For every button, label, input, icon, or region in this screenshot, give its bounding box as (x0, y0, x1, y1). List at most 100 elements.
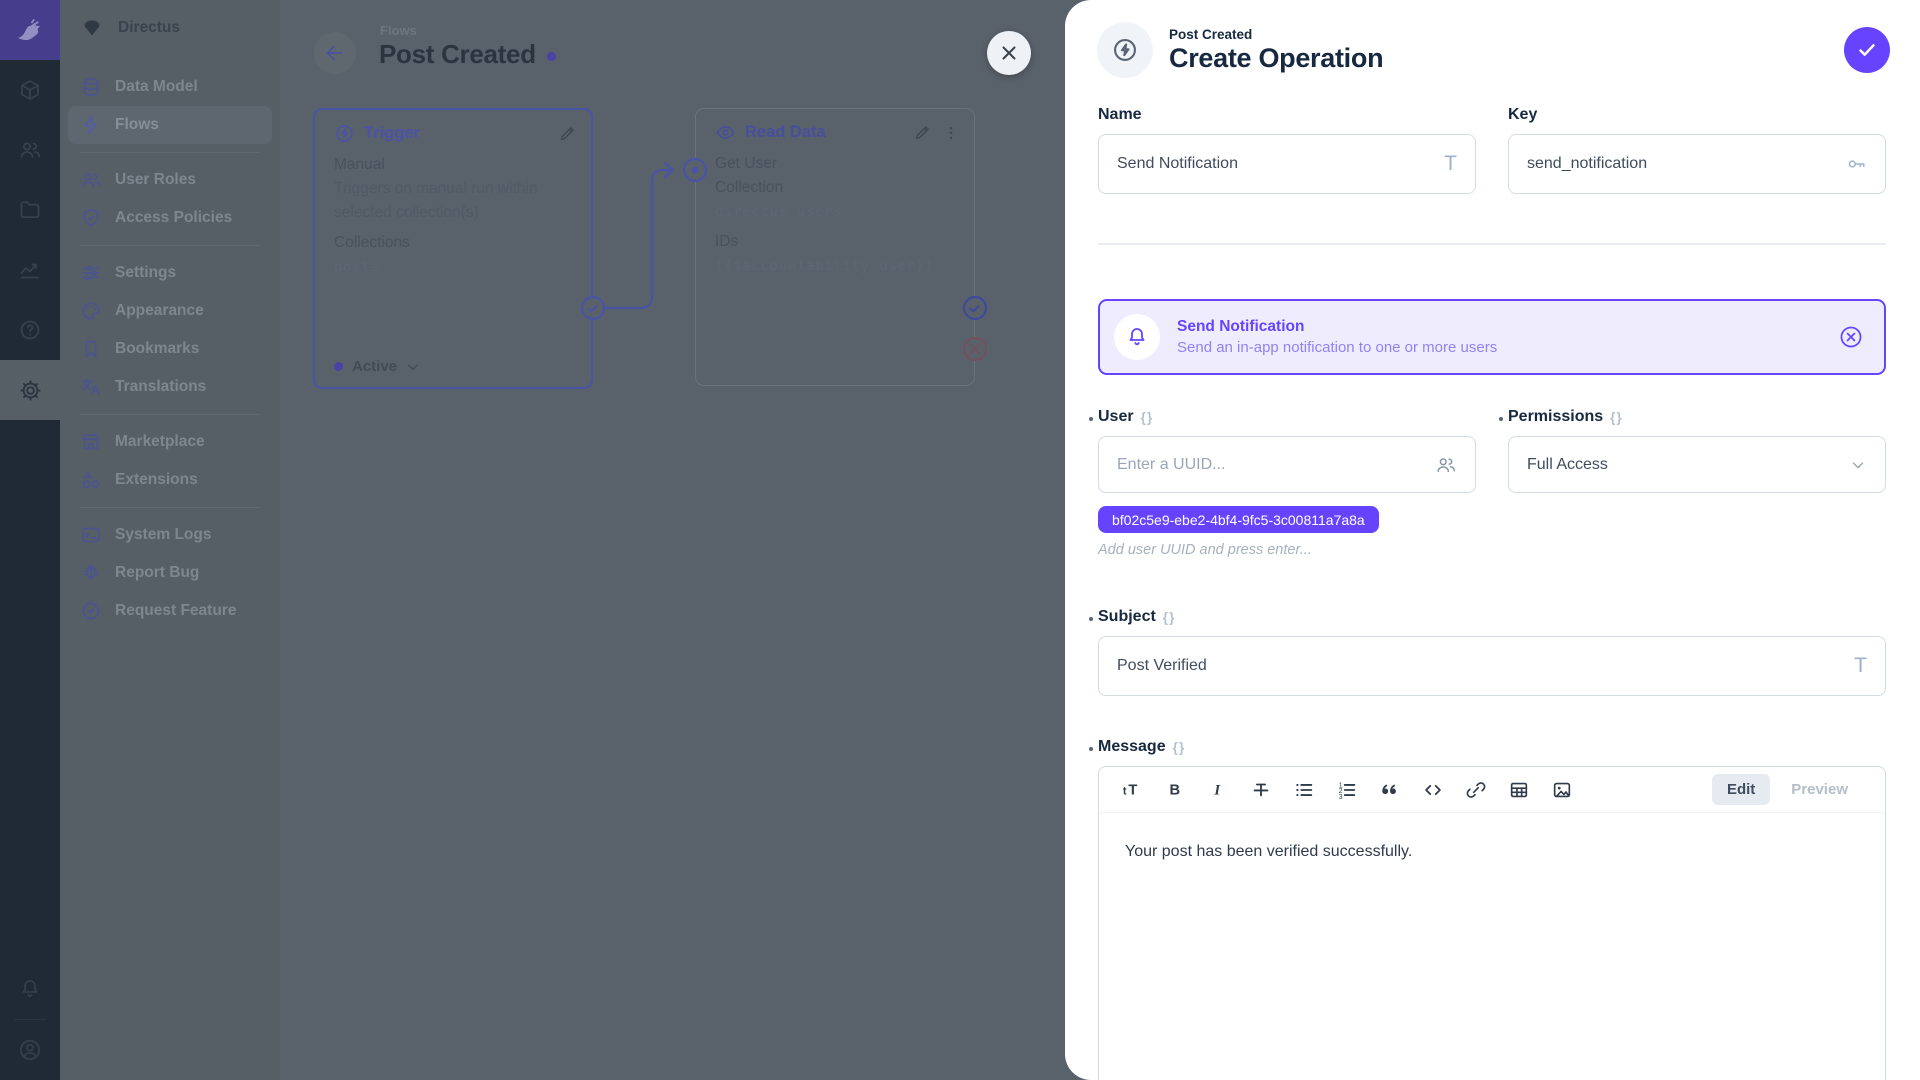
strikethrough-icon[interactable] (1250, 779, 1272, 801)
chevron-down-icon (406, 360, 420, 374)
raw-value-icon[interactable]: { } (1163, 610, 1175, 625)
raw-value-icon[interactable]: { } (1141, 410, 1153, 425)
tune-icon (80, 262, 102, 284)
sidebar-item-request-feature[interactable]: Request Feature (68, 592, 272, 630)
bug-icon (80, 562, 102, 584)
blockquote-icon[interactable] (1379, 779, 1401, 801)
collections-label: Collections (334, 231, 572, 255)
sidebar-item-marketplace[interactable]: Marketplace (68, 423, 272, 461)
subject-value: Post Verified (1117, 657, 1207, 675)
key-label: Key (1508, 106, 1537, 124)
sidebar-item-label: Access Policies (115, 209, 232, 227)
message-textarea[interactable]: Your post has been verified successfully… (1099, 813, 1885, 891)
collections-value: posts (334, 255, 572, 279)
collection-value: directus_users (715, 200, 955, 224)
shield-check-icon (80, 207, 102, 229)
nav-divider (80, 245, 260, 246)
directus-logo[interactable] (0, 0, 60, 60)
raw-value-icon[interactable]: { } (1610, 410, 1622, 425)
heading-icon[interactable]: tT (1121, 779, 1143, 801)
user-label: User (1098, 408, 1134, 426)
user-uuid-chip[interactable]: bf02c5e9-ebe2-4bf4-9fc5-3c00811a7a8a (1098, 506, 1379, 533)
module-settings[interactable] (0, 360, 60, 420)
kebab-menu-icon[interactable] (942, 124, 960, 142)
cube-icon (18, 78, 42, 102)
bolt-icon (80, 114, 102, 136)
users-icon (18, 138, 42, 162)
create-operation-drawer: Post Created Create Operation Name Send … (1065, 0, 1920, 1080)
raw-value-icon[interactable]: { } (1173, 740, 1185, 755)
key-value: send_notification (1527, 155, 1647, 173)
drawer-close-button[interactable] (987, 31, 1031, 75)
module-data-model[interactable] (0, 60, 60, 120)
image-icon[interactable] (1551, 779, 1573, 801)
sidebar-item-label: Data Model (115, 78, 198, 96)
drawer-breadcrumb[interactable]: Post Created (1169, 27, 1383, 42)
markdown-editor: tT B I 123 (1098, 766, 1886, 1080)
bell-icon (18, 977, 42, 1001)
trigger-description: Triggers on manual run within selected c… (334, 177, 572, 225)
panel-title: Read Data (745, 123, 826, 142)
bolt-circle-icon (334, 123, 355, 144)
folder-icon (18, 198, 42, 222)
code-icon[interactable] (1422, 779, 1444, 801)
sidebar-item-label: User Roles (115, 171, 196, 189)
bookmark-icon (80, 338, 102, 360)
module-help[interactable] (0, 300, 60, 360)
database-icon (80, 76, 102, 98)
notifications-button[interactable] (0, 959, 60, 1019)
project-logo-icon (80, 16, 104, 40)
bullet-list-icon[interactable] (1293, 779, 1315, 801)
name-input[interactable]: Send Notification T (1098, 134, 1476, 194)
subject-input[interactable]: Post Verified T (1098, 636, 1886, 696)
shapes-icon (80, 469, 102, 491)
back-button[interactable] (314, 32, 356, 74)
ordered-list-icon[interactable]: 123 (1336, 779, 1358, 801)
module-files[interactable] (0, 180, 60, 240)
preview-tab[interactable]: Preview (1776, 774, 1863, 805)
permissions-select[interactable]: Full Access (1508, 436, 1886, 493)
sidebar-item-translations[interactable]: Translations (68, 368, 272, 406)
terminal-icon (80, 524, 102, 546)
sidebar-item-label: Request Feature (115, 602, 236, 620)
sidebar-item-user-roles[interactable]: User Roles (68, 161, 272, 199)
flow-status-toggle[interactable]: Active (334, 358, 420, 375)
table-icon[interactable] (1508, 779, 1530, 801)
module-insights[interactable] (0, 240, 60, 300)
banner-title: Send Notification (1177, 318, 1497, 336)
user-uuid-input[interactable]: Enter a UUID... (1098, 436, 1476, 493)
sidebar-item-flows[interactable]: Flows (68, 106, 272, 144)
sidebar-item-system-logs[interactable]: System Logs (68, 516, 272, 554)
gear-icon (18, 378, 43, 403)
bold-icon[interactable]: B (1164, 779, 1186, 801)
sidebar-item-report-bug[interactable]: Report Bug (68, 554, 272, 592)
editor-toolbar: tT B I 123 (1099, 767, 1885, 813)
edit-tab[interactable]: Edit (1712, 774, 1770, 805)
select-users-icon[interactable] (1435, 454, 1457, 476)
flow-panel-read-data[interactable]: Read Data Get User Collection directus_u… (695, 108, 975, 386)
user-menu-button[interactable] (0, 1020, 60, 1080)
bell-icon (1125, 325, 1149, 349)
breadcrumb[interactable]: Flows (380, 23, 417, 38)
sidebar-item-data-model[interactable]: Data Model (68, 68, 272, 106)
link-icon[interactable] (1465, 779, 1487, 801)
sidebar-item-access-policies[interactable]: Access Policies (68, 199, 272, 237)
sidebar-item-appearance[interactable]: Appearance (68, 292, 272, 330)
italic-icon[interactable]: I (1207, 779, 1229, 801)
module-users[interactable] (0, 120, 60, 180)
flow-panel-trigger[interactable]: Trigger Manual Triggers on manual run wi… (313, 108, 593, 389)
sidebar-item-bookmarks[interactable]: Bookmarks (68, 330, 272, 368)
sidebar-item-settings[interactable]: Settings (68, 254, 272, 292)
save-button[interactable] (1844, 27, 1890, 73)
project-header[interactable]: Directus (60, 4, 280, 52)
key-input[interactable]: send_notification (1508, 134, 1886, 194)
trigger-type: Manual (334, 153, 572, 177)
sidebar-item-extensions[interactable]: Extensions (68, 461, 272, 499)
deselect-operation-icon[interactable] (1838, 324, 1864, 350)
edit-pencil-icon[interactable] (558, 124, 577, 143)
edit-pencil-icon[interactable] (913, 123, 932, 142)
verified-badge-icon (80, 600, 102, 622)
panel-title: Trigger (364, 124, 420, 143)
help-icon (18, 318, 42, 342)
operation-type-banner[interactable]: Send Notification Send an in-app notific… (1098, 299, 1886, 375)
